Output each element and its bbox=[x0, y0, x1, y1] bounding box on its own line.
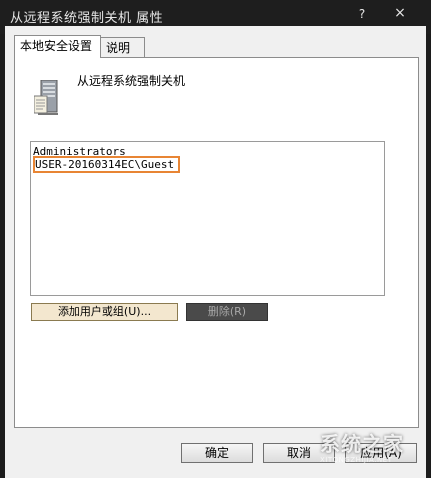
add-user-or-group-button[interactable]: 添加用户或组(U)... bbox=[31, 303, 178, 321]
apply-button[interactable]: 应用(A) bbox=[345, 443, 417, 463]
window-title: 从远程系统强制关机 属性 bbox=[10, 11, 164, 26]
policy-title: 从远程系统强制关机 bbox=[77, 74, 186, 88]
tab-panel: 从远程系统强制关机 Administrators USER-20160314EC… bbox=[14, 57, 419, 428]
ok-button[interactable]: 确定 bbox=[181, 443, 253, 463]
tab-local-security-setting[interactable]: 本地安全设置 bbox=[14, 35, 101, 58]
dialog-client-area: 本地安全设置 说明 从远程系统强制关机 Administrators USER-… bbox=[5, 26, 426, 478]
cancel-button[interactable]: 取消 bbox=[263, 443, 335, 463]
tab-explain[interactable]: 说明 bbox=[100, 37, 145, 57]
server-policy-icon bbox=[34, 80, 58, 115]
list-item-selected[interactable]: USER-20160314EC\Guest bbox=[33, 156, 181, 173]
remove-button[interactable]: 删除(R) bbox=[186, 303, 268, 321]
close-button[interactable]: × bbox=[388, 4, 412, 22]
principal-listbox[interactable]: Administrators USER-20160314EC\Guest bbox=[30, 141, 385, 296]
help-button[interactable]: ? bbox=[352, 6, 372, 22]
